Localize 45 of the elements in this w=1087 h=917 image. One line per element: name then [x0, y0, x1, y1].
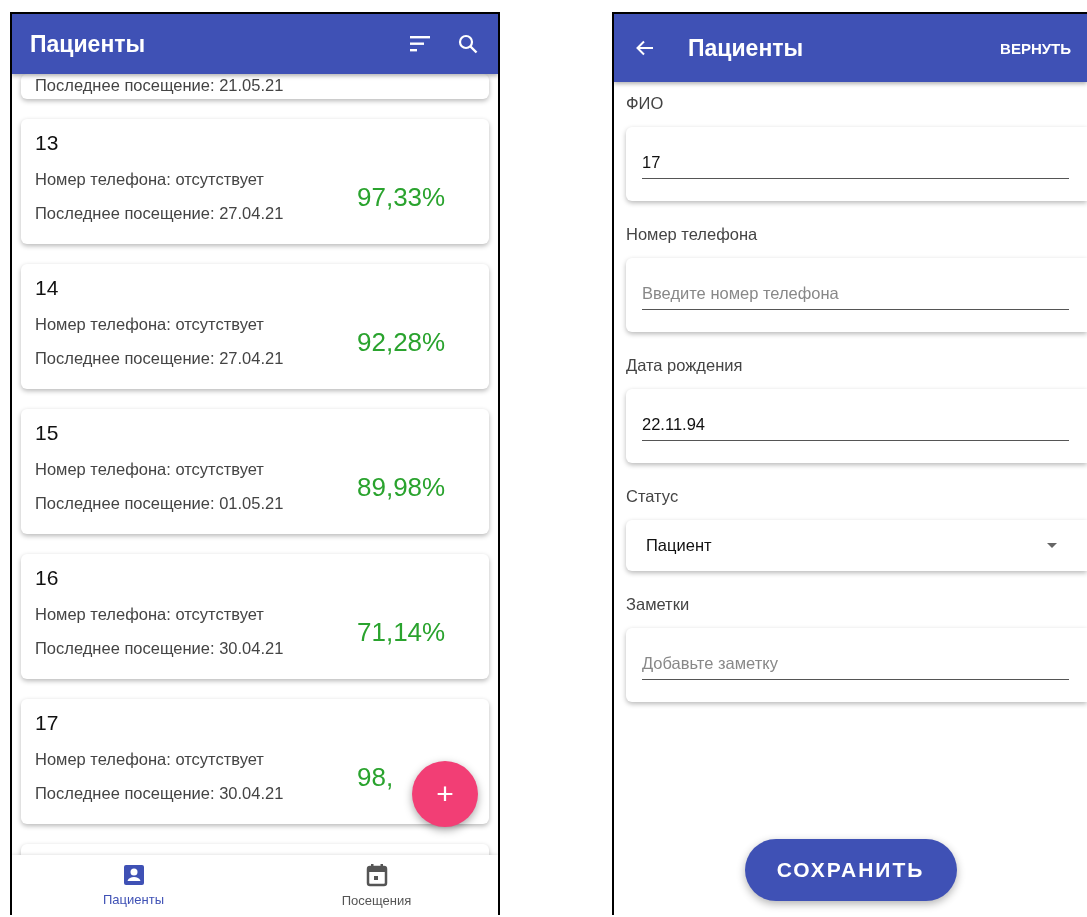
- person-icon: [122, 863, 145, 886]
- last-visit-text: Последнее посещение: 27.04.21: [35, 349, 285, 369]
- input-field[interactable]: 17: [642, 147, 1069, 179]
- input-field[interactable]: Добавьте заметку: [642, 648, 1069, 680]
- score-percentage: 71,14%: [357, 616, 447, 648]
- save-button[interactable]: СОХРАНИТЬ: [744, 839, 957, 901]
- input-field[interactable]: Введите номер телефона: [642, 278, 1069, 310]
- field-label: Номер телефона: [626, 224, 759, 245]
- phone-text: Номер телефона: отсутствует: [35, 315, 265, 335]
- calendar-icon: [365, 862, 388, 887]
- patient-card[interactable]: 16 Номер телефона: отсутствует 71,14% Последнее посещение: 30.04.21: [21, 554, 489, 679]
- last-visit-text: Последнее посещение: 30.04.21: [35, 784, 285, 804]
- patient-name: 13: [35, 131, 60, 156]
- score-percentage: 98,: [357, 761, 395, 793]
- patient-name: 17: [35, 711, 60, 736]
- phone-text: Номер телефона: отсутствует: [35, 605, 265, 625]
- last-visit-text: Последнее посещение: 21.05.21: [35, 76, 285, 95]
- score-percentage: 92,28%: [357, 326, 447, 358]
- last-visit-text: Последнее посещение: 30.04.21: [35, 639, 285, 659]
- last-visit-text: Последнее посещение: 27.04.21: [35, 204, 285, 224]
- patient-name: 14: [35, 276, 60, 301]
- phone-text: Номер телефона: отсутствует: [35, 460, 265, 480]
- score-percentage: 89,98%: [357, 471, 447, 503]
- field-label: Статус: [626, 486, 680, 507]
- patient-card[interactable]: Последнее посещение: 21.05.21: [21, 74, 489, 99]
- patient-card[interactable]: 13 Номер телефона: отсутствует 97,33% Последнее посещение: 27.04.21: [21, 119, 489, 244]
- app-title: Пациенты: [688, 34, 805, 62]
- patient-card[interactable]: 14 Номер телефона: отсутствует 92,28% Последнее посещение: 27.04.21: [21, 264, 489, 389]
- field-label: ФИО: [626, 93, 665, 114]
- nav-tab[interactable]: Посещения: [255, 855, 498, 915]
- patient-card[interactable]: 15 Номер телефона: отсутствует 89,98% Последнее посещение: 01.05.21: [21, 409, 489, 534]
- field-label: Заметки: [626, 594, 691, 615]
- phone-text: Номер телефона: отсутствует: [35, 750, 265, 770]
- score-percentage: 97,33%: [357, 181, 447, 213]
- dropdown-caret-icon: [1047, 543, 1057, 548]
- nav-tab[interactable]: Пациенты: [12, 855, 255, 915]
- status-dropdown[interactable]: Пациент: [626, 520, 1087, 571]
- phone-text: Номер телефона: отсутствует: [35, 170, 265, 190]
- input-field[interactable]: 22.11.94: [642, 409, 1069, 441]
- field-label: Дата рождения: [626, 355, 744, 376]
- app-title: Пациенты: [30, 30, 147, 58]
- patient-name: 16: [35, 566, 60, 591]
- last-visit-text: Последнее посещение: 01.05.21: [35, 494, 285, 514]
- revert-button[interactable]: ВЕРНУТЬ: [1000, 35, 1071, 61]
- patient-name: 15: [35, 421, 60, 446]
